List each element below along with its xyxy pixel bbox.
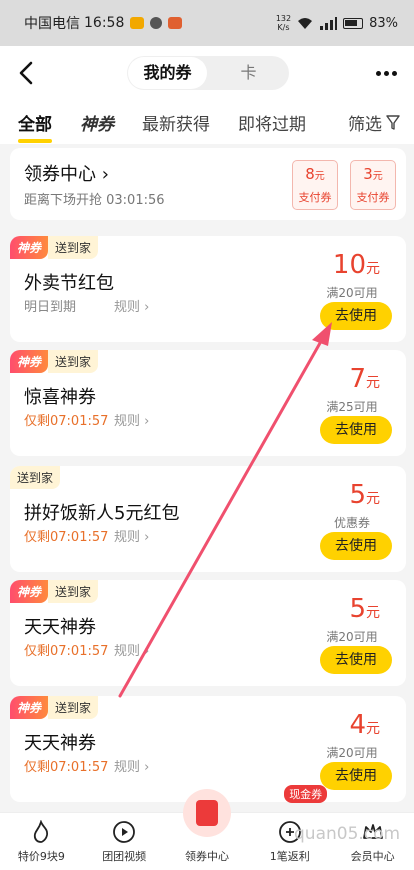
coupon-card: 神券 送到家 外卖节红包 明日到期 规则 › 10元 满20可用 去使用: [10, 236, 406, 342]
coupon-condition: 优惠券: [333, 516, 370, 530]
coupon-condition: 满25可用: [326, 400, 378, 414]
chevron-right-icon: ›: [140, 530, 150, 545]
tab-latest[interactable]: 最新获得: [142, 110, 210, 135]
signal-icon: [320, 17, 338, 30]
watermark: quan05.com: [294, 824, 401, 844]
shen-badge: 神券: [10, 236, 49, 259]
coupon-expiry: 仅剩07:01:57: [24, 414, 109, 429]
filter-tabs: 全部 神券 最新获得 即将过期 筛选: [0, 100, 414, 144]
chevron-right-icon: ›: [140, 644, 150, 659]
coupon-value: 5元: [349, 594, 380, 624]
coupon-condition: 满20可用: [326, 286, 378, 300]
coupon-card: 神券 送到家 惊喜神券 仅剩07:01:57 规则 › 7元 满25可用 去使用: [10, 350, 406, 456]
coupon-badges: 送到家: [10, 466, 61, 489]
mini-coupon[interactable]: 8元 支付券: [292, 160, 338, 210]
wifi-icon: [298, 18, 313, 29]
carrier: 中国电信: [24, 16, 80, 32]
nav-label: 领券中心: [184, 850, 229, 863]
delivery-badge: 送到家: [48, 350, 99, 373]
coupon-card: 送到家 拼好饭新人5元红包 仅剩07:01:57 规则 › 5元 优惠券 去使用: [10, 466, 406, 572]
nav-item-video[interactable]: 团团视频: [83, 813, 166, 870]
flame-icon: [34, 820, 49, 843]
coupon-card: 神券 送到家 天天神券 仅剩07:01:57 规则 › 5元 满20可用 去使用: [10, 580, 406, 686]
coupon-expiry: 仅剩07:01:57: [24, 644, 109, 659]
shen-badge: 神券: [10, 580, 49, 603]
coupon-name: 拼好饭新人5元红包: [24, 503, 180, 524]
delivery-badge: 送到家: [48, 580, 99, 603]
rule-link[interactable]: 规则 ›: [114, 640, 149, 659]
segment-my-coupons[interactable]: 我的券: [128, 57, 207, 89]
app-notification-icon: [130, 17, 145, 29]
chat-notification-icon: [150, 17, 163, 29]
nav-label: 1笔返利: [269, 850, 310, 863]
coupon-value: 7元: [349, 364, 380, 394]
weibo-notification-icon: [168, 17, 183, 29]
use-button[interactable]: 去使用: [320, 762, 392, 790]
coupon-name: 外卖节红包: [24, 273, 114, 294]
nav-label: 特价9块9: [17, 850, 65, 863]
tab-all[interactable]: 全部: [18, 110, 52, 143]
more-icon[interactable]: [376, 64, 398, 82]
chevron-right-icon: ›: [140, 300, 150, 315]
rule-link[interactable]: 规则 ›: [114, 410, 149, 429]
chevron-right-icon: ›: [101, 164, 109, 185]
battery-level: 83%: [369, 15, 398, 31]
rule-link[interactable]: 规则 ›: [114, 296, 149, 315]
use-button[interactable]: 去使用: [320, 532, 392, 560]
tab-expiring[interactable]: 即将过期: [238, 110, 306, 135]
coupon-card: 神券 送到家 天天神券 仅剩07:01:57 规则 › 4元 满20可用 去使用: [10, 696, 406, 802]
filter-label: 筛选: [348, 115, 382, 135]
coupon-name: 惊喜神券: [24, 387, 96, 408]
coupon-expiry: 仅剩07:01:57: [24, 530, 109, 545]
status-bar: 中国电信 16:58 132 K/s 83%: [0, 0, 414, 46]
rule-link[interactable]: 规则 ›: [114, 526, 149, 545]
filter-button[interactable]: 筛选: [348, 110, 400, 135]
nav-bar: 我的券 卡: [0, 46, 414, 100]
segment-control: 我的券 卡: [127, 56, 289, 90]
coupon-condition: 满20可用: [326, 630, 378, 644]
mini-coupon[interactable]: 3元 支付券: [350, 160, 396, 210]
coupon-badges: 神券 送到家: [10, 350, 99, 373]
coupon-value: 5元: [349, 480, 380, 510]
countdown-text: 距离下场开抢 03:01:56: [24, 193, 165, 208]
red-envelope-icon: [182, 789, 231, 837]
funnel-icon: [386, 114, 400, 130]
delivery-badge: 送到家: [48, 236, 99, 259]
coupon-name: 天天神券: [24, 733, 96, 754]
coupon-badges: 神券 送到家: [10, 696, 99, 719]
rule-link[interactable]: 规则 ›: [114, 756, 149, 775]
nav-label: 团团视频: [102, 850, 147, 863]
use-button[interactable]: 去使用: [320, 416, 392, 444]
clock: 16:58: [84, 15, 125, 31]
coupon-name: 天天神券: [24, 617, 96, 638]
network-speed: 132 K/s: [275, 14, 292, 32]
coupon-value: 10元: [332, 250, 380, 280]
back-arrow-icon[interactable]: [14, 60, 38, 86]
nav-item-deals[interactable]: 特价9块9: [0, 813, 83, 870]
segment-card[interactable]: 卡: [209, 57, 288, 89]
coupon-expiry: 仅剩07:01:57: [24, 760, 109, 775]
nav-item-coupon-center[interactable]: 领券中心: [166, 789, 249, 870]
play-icon: [113, 821, 136, 843]
coupon-value: 4元: [349, 710, 380, 740]
delivery-badge: 送到家: [10, 466, 61, 489]
coupon-center-link[interactable]: 领券中心 ›: [24, 160, 109, 186]
battery-icon: [343, 17, 364, 29]
shen-badge: 神券: [10, 696, 49, 719]
shen-badge: 神券: [10, 350, 49, 373]
chevron-right-icon: ›: [140, 414, 150, 429]
delivery-badge: 送到家: [48, 696, 99, 719]
coupon-expiry: 明日到期: [24, 300, 77, 315]
coupon-badges: 神券 送到家: [10, 236, 99, 259]
tab-shen[interactable]: 神券: [80, 110, 114, 135]
use-button[interactable]: 去使用: [320, 646, 392, 674]
coupon-badges: 神券 送到家: [10, 580, 99, 603]
nav-label: 会员中心: [350, 850, 395, 863]
coupon-center-title: 领券中心: [24, 164, 96, 185]
cash-coupon-badge: 现金券: [284, 785, 328, 803]
use-button[interactable]: 去使用: [320, 302, 392, 330]
chevron-right-icon: ›: [140, 760, 150, 775]
coupon-center-card: 领券中心 › 距离下场开抢 03:01:56 8元 支付券 3元 支付券: [10, 148, 406, 220]
coupon-condition: 满20可用: [326, 746, 378, 760]
